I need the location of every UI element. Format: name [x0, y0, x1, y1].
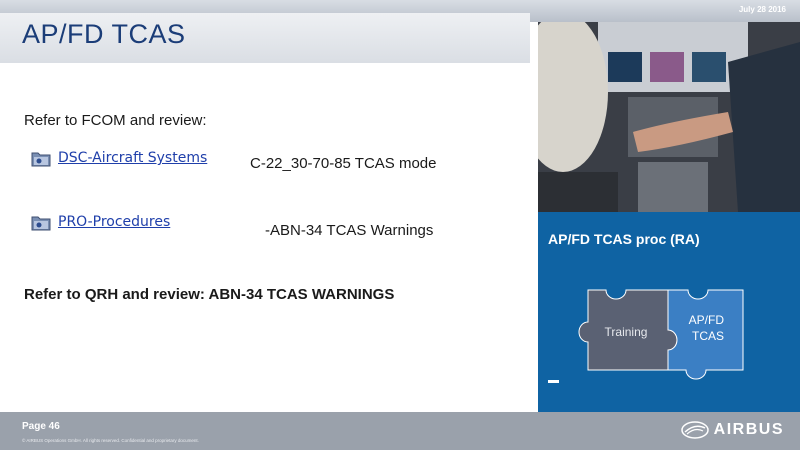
puzzle-label-apfd-tcas-line2: TCAS	[692, 329, 724, 343]
link-label[interactable]: PRO-Procedures	[58, 214, 170, 230]
summary-panel: AP/FD TCAS proc (RA) Training AP/FD TCAS	[538, 212, 800, 412]
puzzle-piece-apfd-tcas: AP/FD TCAS	[667, 289, 744, 380]
bullet-dash	[548, 380, 559, 383]
logo-text: AIRBUS	[713, 421, 784, 439]
link-pro-procedures[interactable]: PRO-Procedures	[30, 212, 170, 232]
fcom-item-tcas-warnings: -ABN-34 TCAS Warnings	[265, 222, 434, 239]
puzzle-piece-training: Training	[578, 289, 678, 371]
panel-title: AP/FD TCAS proc (RA)	[548, 231, 700, 247]
footer: Page 46 © AIRBUS Operations GmbH. All ri…	[0, 412, 800, 450]
cockpit-photo	[538, 22, 800, 212]
airbus-emblem-icon	[681, 421, 709, 439]
fcom-item-tcas-mode: C-22_30-70-85 TCAS mode	[250, 155, 437, 172]
folder-link-icon	[31, 216, 51, 231]
link-dsc-aircraft-systems[interactable]: DSC-Aircraft Systems	[30, 148, 207, 168]
puzzle-label-training: Training	[605, 325, 648, 339]
puzzle-label-apfd-tcas: AP/FD	[689, 313, 725, 327]
fcom-intro: Refer to FCOM and review:	[24, 112, 207, 129]
date-label: July 28 2016	[738, 5, 786, 14]
airbus-logo: AIRBUS	[681, 421, 784, 439]
link-label[interactable]: DSC-Aircraft Systems	[58, 150, 207, 166]
folder-link-icon	[31, 152, 51, 167]
puzzle-graphic: Training AP/FD TCAS	[578, 289, 744, 380]
copyright-notice: © AIRBUS Operations GmbH. All rights res…	[22, 438, 199, 443]
page-title: AP/FD TCAS	[22, 19, 186, 49]
page-number: Page 46	[22, 421, 60, 432]
qrh-note: Refer to QRH and review: ABN-34 TCAS WAR…	[24, 286, 395, 303]
